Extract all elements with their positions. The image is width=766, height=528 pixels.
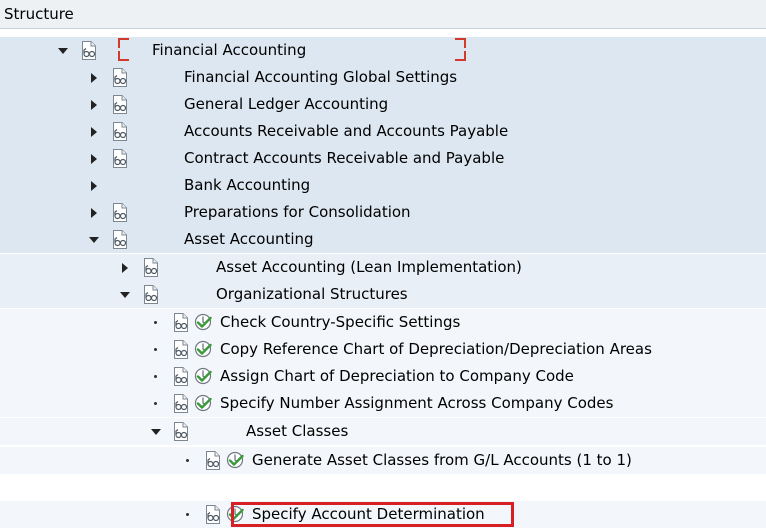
triangle-right-icon[interactable] — [88, 64, 100, 91]
documentation-glasses-icon[interactable] — [111, 68, 129, 87]
tree-node-contract-ar-ap[interactable]: Contract Accounts Receivable and Payable — [0, 145, 766, 172]
tree-node-label: Specify Number Assignment Across Company… — [220, 394, 614, 412]
triangle-down-icon[interactable] — [150, 418, 162, 445]
tree-node-assign-chart[interactable]: Assign Chart of Depreciation to Company … — [0, 363, 766, 390]
tree-node-label: Asset Classes — [246, 422, 349, 440]
execute-clock-icon[interactable] — [194, 367, 212, 385]
triangle-right-icon[interactable] — [88, 172, 100, 199]
structure-title: Structure — [4, 5, 74, 23]
documentation-glasses-icon[interactable] — [111, 230, 129, 249]
tree-node-org-structures[interactable]: Organizational Structures — [0, 281, 766, 308]
bullet-icon — [150, 336, 162, 363]
triangle-right-icon[interactable] — [88, 118, 100, 145]
tree-node-preparations-consolidation[interactable]: Preparations for Consolidation — [0, 199, 766, 226]
tree-node-specify-number-assignment[interactable]: Specify Number Assignment Across Company… — [0, 390, 766, 417]
bullet-icon — [150, 390, 162, 417]
triangle-down-icon[interactable] — [57, 37, 69, 64]
documentation-glasses-icon[interactable] — [111, 149, 129, 168]
tree-node-label: Accounts Receivable and Accounts Payable — [184, 122, 509, 140]
tree-node-general-ledger[interactable]: General Ledger Accounting — [0, 91, 766, 118]
tree-node-label: Assign Chart of Depreciation to Company … — [220, 367, 574, 385]
tree-node-ar-ap[interactable]: Accounts Receivable and Accounts Payable — [0, 118, 766, 145]
tree-node-asset-accounting[interactable]: Asset Accounting — [0, 226, 766, 253]
tree-node-label: Check Country-Specific Settings — [220, 313, 461, 331]
documentation-glasses-icon[interactable] — [204, 451, 222, 470]
documentation-glasses-icon[interactable] — [142, 258, 160, 277]
structure-header: Structure — [0, 0, 766, 29]
tree-node-copy-reference-chart[interactable]: Copy Reference Chart of Depreciation/Dep… — [0, 336, 766, 363]
tree-node-label: Financial Accounting Global Settings — [184, 68, 458, 86]
tree-node-check-country[interactable]: Check Country-Specific Settings — [0, 308, 766, 336]
documentation-glasses-icon[interactable] — [204, 505, 222, 524]
tree-node-label: Preparations for Consolidation — [184, 203, 411, 221]
triangle-right-icon[interactable] — [119, 254, 131, 281]
tree-node-fa-global-settings[interactable]: Financial Accounting Global Settings — [0, 64, 766, 91]
execute-clock-icon[interactable] — [194, 313, 212, 331]
documentation-glasses-icon[interactable] — [172, 313, 190, 332]
documentation-glasses-icon[interactable] — [172, 394, 190, 413]
tree-node-label: Generate Asset Classes from G/L Accounts… — [252, 451, 632, 469]
bullet-icon — [150, 309, 162, 336]
tree-node-bank-accounting[interactable]: Bank Accounting — [0, 172, 766, 199]
documentation-glasses-icon[interactable] — [142, 285, 160, 304]
triangle-right-icon[interactable] — [88, 145, 100, 172]
documentation-glasses-icon[interactable] — [80, 41, 98, 60]
tree-node-generate-asset-classes[interactable]: Generate Asset Classes from G/L Accounts… — [0, 446, 766, 474]
documentation-glasses-icon[interactable] — [111, 95, 129, 114]
tree-node-asset-lean[interactable]: Asset Accounting (Lean Implementation) — [0, 253, 766, 281]
documentation-glasses-icon[interactable] — [172, 422, 190, 441]
tree-node-label: Organizational Structures — [216, 285, 408, 303]
execute-clock-icon[interactable] — [226, 451, 244, 469]
execute-clock-icon[interactable] — [194, 394, 212, 412]
triangle-right-icon[interactable] — [88, 91, 100, 118]
tree-node-label: Asset Accounting (Lean Implementation) — [216, 258, 522, 276]
documentation-glasses-icon[interactable] — [111, 122, 129, 141]
triangle-down-icon[interactable] — [119, 281, 131, 308]
tree-node-label: Copy Reference Chart of Depreciation/Dep… — [220, 340, 652, 358]
documentation-glasses-icon[interactable] — [172, 367, 190, 386]
triangle-down-icon[interactable] — [88, 226, 100, 253]
tree-node-financial-accounting[interactable]: Financial Accounting — [0, 37, 766, 64]
tree-node-label: Financial Accounting — [152, 41, 307, 59]
execute-clock-icon[interactable] — [194, 340, 212, 358]
triangle-right-icon[interactable] — [88, 199, 100, 226]
tree-node-specify-account-determination[interactable]: Specify Account Determination — [0, 501, 766, 528]
bullet-icon — [150, 363, 162, 390]
bullet-icon — [182, 447, 194, 474]
bullet-icon — [182, 501, 194, 528]
tree-node-label: Specify Account Determination — [252, 505, 485, 523]
documentation-glasses-icon[interactable] — [111, 203, 129, 222]
documentation-glasses-icon[interactable] — [172, 340, 190, 359]
execute-clock-icon[interactable] — [226, 505, 244, 523]
tree-node-label: Asset Accounting — [184, 230, 314, 248]
tree-node-label: General Ledger Accounting — [184, 95, 389, 113]
tree-node-asset-classes[interactable]: Asset Classes — [0, 418, 766, 445]
tree-node-label: Contract Accounts Receivable and Payable — [184, 149, 505, 167]
tree-node-label: Bank Accounting — [184, 176, 311, 194]
